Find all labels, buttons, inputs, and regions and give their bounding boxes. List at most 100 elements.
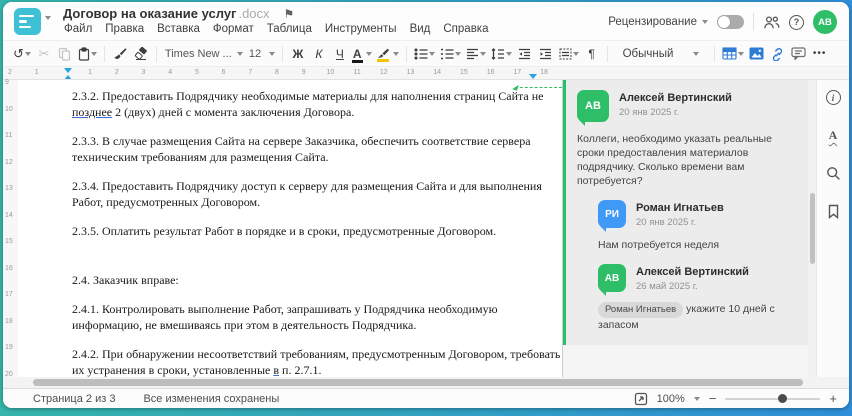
page-indicator[interactable]: Страница 2 из 3	[33, 393, 115, 405]
review-mode-dropdown[interactable]: Рецензирование	[608, 16, 708, 28]
comment[interactable]: АВ Алексей Вертинский 26 май 2025 г. Роман …	[598, 264, 798, 332]
nonprinting-chars-button[interactable]: ¶	[582, 44, 602, 64]
paragraph[interactable]: 2.3.3. В случае размещения Сайта на серв…	[72, 133, 552, 165]
zoom-controls: 100% − +	[634, 392, 837, 406]
line-spacing-caret-icon[interactable]	[505, 51, 512, 56]
decrease-indent-button[interactable]	[515, 44, 535, 64]
document-page[interactable]: 2.3.2. Предоставить Подрядчику необходим…	[18, 80, 563, 377]
collaborators-icon[interactable]	[763, 15, 780, 30]
text-line: информацию, не вмешиваясь при этом в дея…	[72, 318, 417, 332]
zoom-slider-handle[interactable]	[777, 394, 787, 403]
increase-indent-button[interactable]	[536, 44, 556, 64]
comment-anchor-line	[515, 87, 562, 88]
paragraph[interactable]: 2.3.2. Предоставить Подрядчику необходим…	[72, 88, 552, 120]
text-line: их устранения в сроки, установленные в п…	[72, 362, 552, 377]
menu-insert[interactable]: Вставка	[157, 23, 200, 35]
paragraph[interactable]: 2.4. Заказчик вправе:	[72, 272, 552, 288]
mention-badge[interactable]: Роман Игнатьев	[598, 302, 684, 318]
zoom-slider[interactable]	[725, 394, 821, 403]
bullet-list-caret-icon[interactable]	[428, 51, 435, 56]
menu-table[interactable]: Таблица	[267, 23, 312, 35]
numbered-list-caret-icon[interactable]	[454, 51, 461, 56]
insert-image-button[interactable]	[747, 44, 767, 64]
paste-icon[interactable]	[76, 44, 99, 64]
bullet-list-button[interactable]	[412, 44, 437, 64]
text-line: 2.3.2. Предоставить Подрядчику необходим…	[72, 89, 544, 103]
cut-button[interactable]: ✂	[34, 44, 54, 64]
font-family-select[interactable]: Times New ...	[162, 48, 246, 60]
insert-table-button[interactable]	[720, 44, 746, 64]
menu-view[interactable]: Вид	[410, 23, 431, 35]
ruler-number: 6	[221, 69, 226, 76]
font-color-button[interactable]: A	[351, 44, 374, 64]
highlight-caret-icon[interactable]	[392, 51, 399, 56]
vertical-scrollbar[interactable]	[808, 80, 816, 377]
vertical-ruler[interactable]: 9 10 11 12 13 14 15 16 17 18 19 20	[3, 79, 18, 378]
menu-help[interactable]: Справка	[443, 23, 488, 35]
ruler-number: 1	[88, 69, 93, 76]
horizontal-scrollbar-thumb[interactable]	[33, 379, 803, 386]
paragraph-borders-caret-icon[interactable]	[572, 51, 579, 56]
favorite-flag-icon[interactable]: ⚑	[284, 7, 295, 21]
search-icon[interactable]	[826, 166, 841, 181]
text-line: позднее 2 (двух) дней с момента заключен…	[72, 104, 552, 120]
undo-button[interactable]: ↺	[11, 44, 33, 64]
more-tools-button[interactable]: •••	[810, 44, 830, 64]
line-spacing-button[interactable]	[489, 44, 514, 64]
ruler-number: 2	[8, 69, 12, 76]
first-line-indent-marker[interactable]	[64, 68, 72, 73]
document-info-icon[interactable]: i	[825, 90, 841, 105]
right-indent-marker[interactable]	[529, 74, 537, 79]
logo-menu-caret-icon[interactable]	[45, 16, 51, 20]
help-icon[interactable]: ?	[789, 14, 804, 30]
paste-caret-icon[interactable]	[90, 51, 97, 56]
user-avatar[interactable]: АВ	[813, 10, 837, 34]
comment[interactable]: АВ Алексей Вертинский 20 янв 2025 г. Коллег…	[577, 90, 798, 188]
clear-style-icon[interactable]	[131, 44, 151, 64]
comment-thread[interactable]: АВ Алексей Вертинский 20 янв 2025 г. Коллег…	[563, 80, 808, 345]
comment-button[interactable]	[789, 44, 809, 64]
paragraph-style-select[interactable]: Обычный	[617, 48, 705, 60]
font-size-select[interactable]: 12	[247, 48, 277, 60]
app-logo-icon[interactable]	[14, 8, 41, 35]
menu-edit[interactable]: Правка	[105, 23, 144, 35]
numbered-list-button[interactable]	[438, 44, 463, 64]
undo-caret-icon[interactable]	[24, 51, 31, 56]
align-button[interactable]	[464, 44, 488, 64]
paragraph[interactable]: 2.4.2. При обнаружении несоответствий тр…	[72, 346, 560, 377]
paragraph[interactable]: 2.3.4. Предоставить Подрядчику доступ к …	[72, 178, 552, 210]
document-content[interactable]: 2.3.2. Предоставить Подрядчику необходим…	[18, 80, 562, 377]
italic-button[interactable]: К	[309, 44, 329, 64]
zoom-out-button[interactable]: −	[709, 392, 717, 405]
menu-tools[interactable]: Инструменты	[325, 23, 397, 35]
zoom-value[interactable]: 100%	[657, 393, 685, 405]
menu-file[interactable]: Файл	[64, 23, 92, 35]
vertical-scrollbar-thumb[interactable]	[809, 192, 815, 265]
spellcheck-icon[interactable]: А	[829, 128, 838, 143]
paragraph[interactable]: 2.4.1. Контролировать выполнение Работ, …	[72, 301, 552, 333]
text-line: 2.3.4. Предоставить Подрядчику доступ к …	[72, 179, 542, 193]
review-toggle[interactable]	[717, 15, 744, 29]
paragraph[interactable]: 2.3.5. Оплатить результат Работ в порядк…	[72, 223, 552, 239]
ruler-number: 4	[168, 69, 173, 76]
format-painter-icon[interactable]	[110, 44, 130, 64]
ruler-number: 3	[141, 69, 146, 76]
zoom-caret-icon[interactable]	[693, 396, 700, 401]
paragraph-borders-button[interactable]	[557, 44, 581, 64]
horizontal-ruler[interactable]: 2 1 1 2 3 4 5 6 7 8 9 10 11 12 13 14 15 16 17 18	[3, 66, 849, 80]
insert-table-caret-icon[interactable]	[737, 51, 744, 56]
comment[interactable]: РИ Роман Игнатьев 20 янв 2025 г. Нам потреб…	[598, 200, 798, 252]
underline-button[interactable]: Ч	[330, 44, 350, 64]
menu-format[interactable]: Формат	[213, 23, 254, 35]
copy-icon[interactable]	[55, 44, 75, 64]
zoom-in-button[interactable]: +	[829, 392, 837, 405]
align-caret-icon[interactable]	[479, 51, 486, 56]
fit-page-icon[interactable]	[634, 392, 648, 406]
horizontal-scrollbar[interactable]	[3, 377, 849, 388]
bookmark-icon[interactable]	[827, 204, 840, 219]
bold-button[interactable]: Ж	[288, 44, 308, 64]
ruler-number: 13	[406, 69, 415, 76]
font-color-caret-icon[interactable]	[365, 51, 372, 56]
highlight-color-button[interactable]	[375, 44, 401, 64]
insert-link-button[interactable]	[768, 44, 788, 64]
